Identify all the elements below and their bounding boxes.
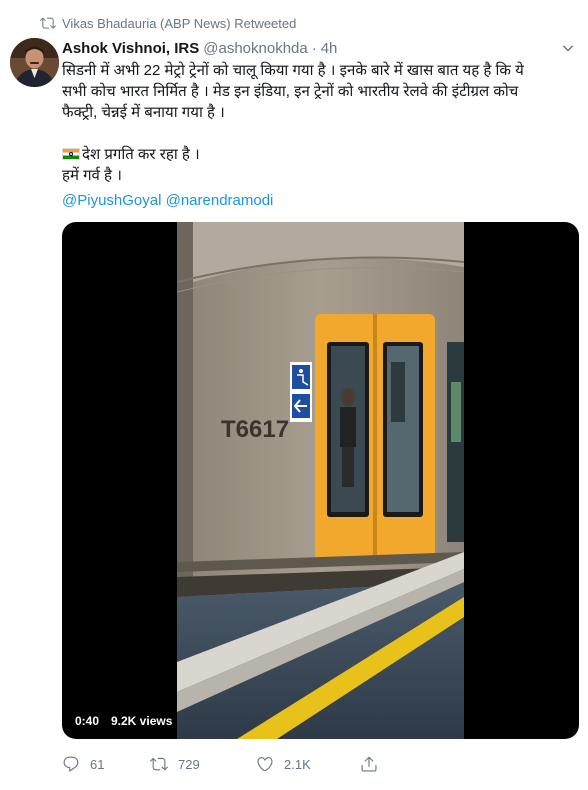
progress-text: देश प्रगति कर रहा है । [82, 146, 200, 163]
retweet-count: 729 [178, 756, 200, 772]
mention-link[interactable]: @narendramodi [166, 192, 274, 209]
avatar[interactable] [10, 38, 59, 87]
like-button[interactable]: 2.1K [256, 755, 360, 773]
tweet-text-line: सिडनी में अभी 22 मेट्रो ट्रेनों को चालू … [62, 62, 524, 79]
tweet-header: Ashok Vishnoi, IRS @ashoknokhda · 4h [62, 38, 337, 58]
mentions: @PiyushGoyal @narendramodi [62, 192, 273, 209]
heart-icon [257, 757, 273, 772]
india-flag-icon [62, 148, 80, 160]
progress-line: देश प्रगति कर रहा है । [62, 144, 570, 165]
display-name[interactable]: Ashok Vishnoi, IRS [62, 40, 199, 57]
tweet-text-line: सभी कोच भारत निर्मित है । मेड इन इंडिया,… [62, 83, 519, 100]
reply-button[interactable]: 61 [62, 755, 150, 773]
user-handle[interactable]: @ashoknokhda [203, 40, 307, 57]
retweet-context-text: Vikas Bhadauria (ABP News) Retweeted [62, 15, 297, 31]
retweet-icon [40, 15, 56, 31]
timestamp[interactable]: 4h [321, 40, 338, 57]
chevron-down-icon [561, 41, 575, 60]
retweet-icon [150, 757, 168, 771]
retweet-context[interactable]: Vikas Bhadauria (ABP News) Retweeted [40, 14, 296, 32]
tweet-text: सिडनी में अभी 22 मेट्रो ट्रेनों को चालू … [62, 60, 570, 186]
retweet-button[interactable]: 729 [150, 755, 256, 773]
tweet-text-line: फैक्ट्री, चेन्नई में बनाया गया है । [62, 104, 225, 121]
like-count: 2.1K [284, 756, 311, 772]
video-player[interactable]: T6617 0:40 9.2K views [62, 222, 579, 739]
share-button[interactable] [360, 755, 388, 773]
reply-count: 61 [90, 756, 105, 772]
more-options-button[interactable] [558, 40, 578, 60]
train-number: T6617 [221, 416, 289, 443]
tweet-actions: 61 729 2.1K [62, 752, 502, 776]
video-frame[interactable]: T6617 [176, 222, 465, 739]
separator-dot: · [311, 39, 317, 57]
proud-text: हमें गर्व है । [62, 167, 122, 184]
mention-link[interactable]: @PiyushGoyal [62, 192, 161, 209]
reply-icon [63, 756, 79, 772]
video-views: 9.2K views [106, 711, 178, 731]
video-duration: 0:40 [70, 711, 105, 731]
share-icon [361, 756, 377, 772]
